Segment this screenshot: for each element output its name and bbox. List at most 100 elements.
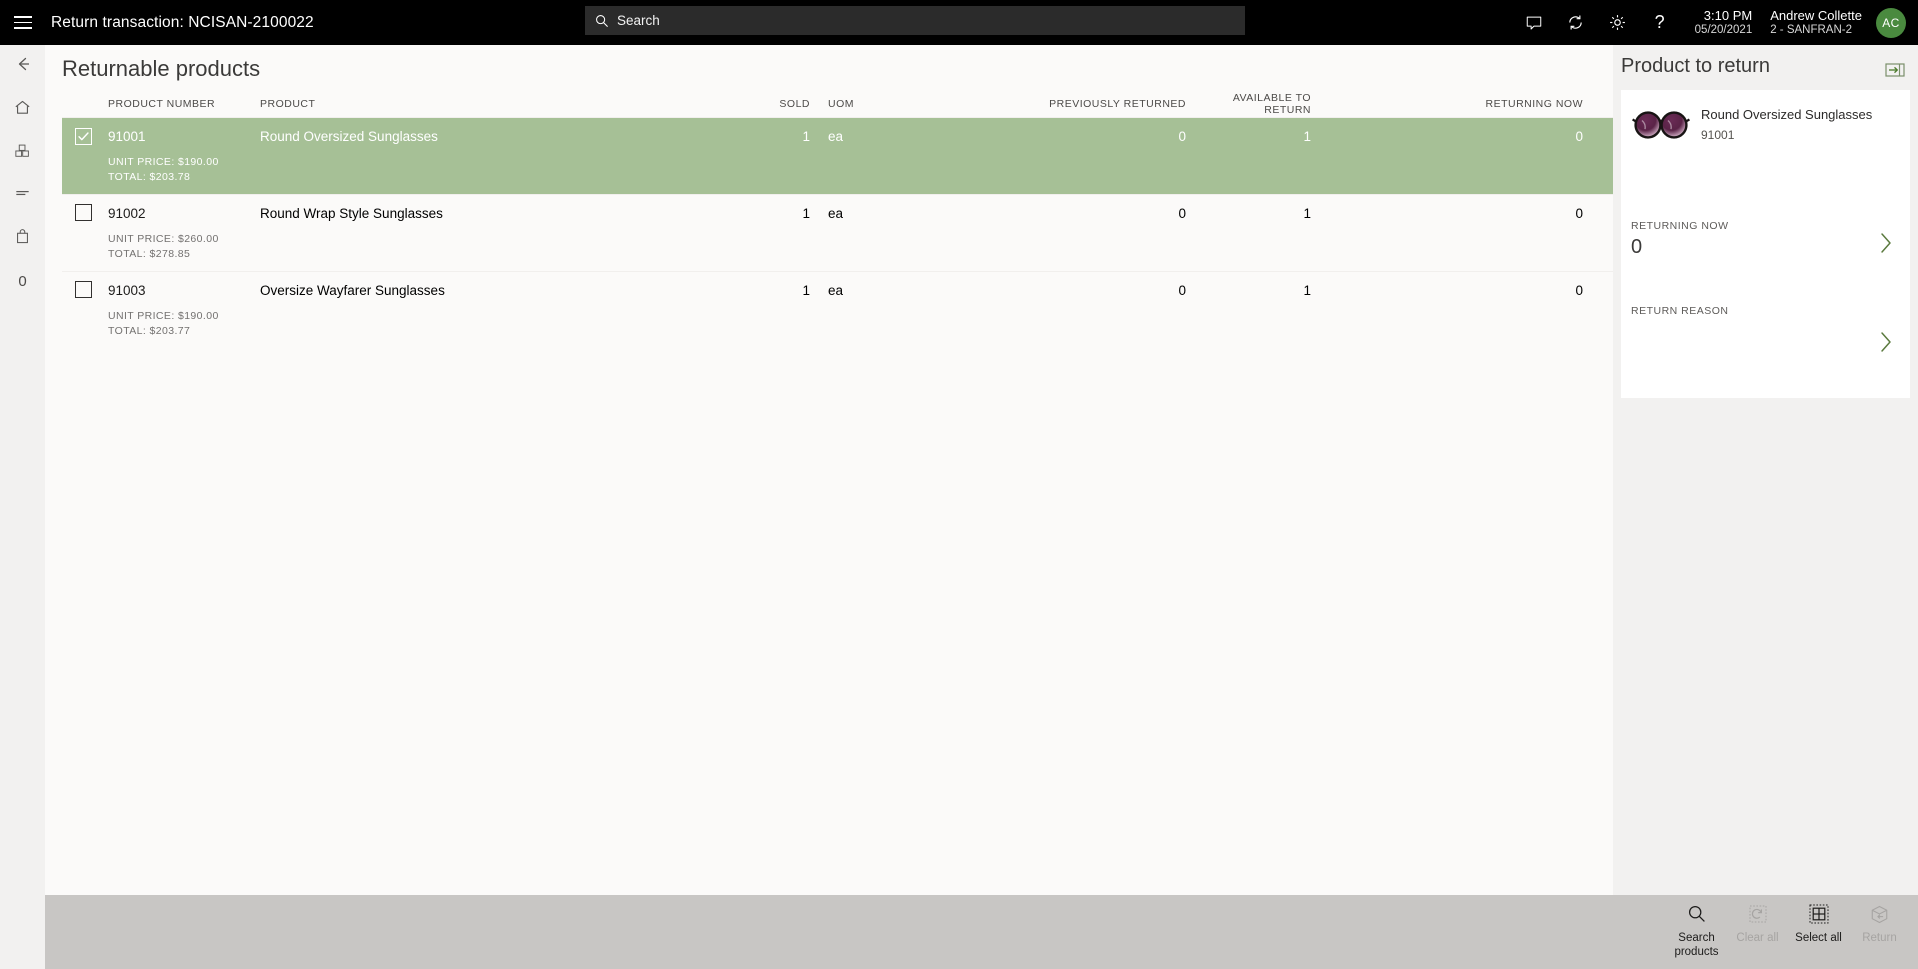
row-checkbox-cell[interactable] <box>62 203 108 224</box>
sidebar-item-home[interactable] <box>0 88 45 131</box>
global-search-input[interactable]: Search <box>585 6 1245 35</box>
cell-previously-returned: 0 <box>1178 129 1186 144</box>
cell-unit-price: UNIT PRICE: $190.00 <box>108 156 219 168</box>
header-available-to-return: AVAILABLE TO RETURN <box>1232 91 1311 116</box>
table-row[interactable]: 91001 Round Oversized Sunglasses 1 ea 0 … <box>62 117 1613 194</box>
topbar-right-group: ? 3:10 PM 05/20/2021 Andrew Collette 2 -… <box>1513 0 1918 45</box>
home-icon <box>13 98 32 122</box>
row-checkbox-cell[interactable] <box>62 127 108 146</box>
expand-panel-icon[interactable] <box>1884 62 1906 78</box>
sidebar-item-products[interactable] <box>0 131 45 174</box>
user-store: 2 - SANFRAN-2 <box>1770 23 1853 36</box>
clear-all-label: Clear all <box>1736 932 1779 944</box>
cell-returning-now: 0 <box>1575 206 1583 221</box>
help-icon[interactable]: ? <box>1639 0 1681 45</box>
return-box-icon <box>1869 902 1890 926</box>
table-row[interactable]: 91002 Round Wrap Style Sunglasses 1 ea 0… <box>62 194 1613 271</box>
header-product-number: PRODUCT NUMBER <box>108 97 216 110</box>
current-time: 3:10 PM <box>1703 7 1753 23</box>
cell-unit-price: UNIT PRICE: $190.00 <box>108 310 219 322</box>
search-icon <box>595 14 609 28</box>
clear-icon <box>1748 902 1768 926</box>
panel-product-name: Round Oversized Sunglasses <box>1701 107 1873 122</box>
cell-previously-returned: 0 <box>1178 206 1186 221</box>
sync-icon[interactable] <box>1555 0 1597 45</box>
check-icon <box>78 131 89 140</box>
product-to-return-panel: Product to return Round Oversized Sungla… <box>1613 45 1918 895</box>
cell-total: TOTAL: $203.78 <box>108 170 191 183</box>
cell-uom: ea <box>828 206 844 221</box>
cell-available-to-return: 1 <box>1303 283 1311 298</box>
sunglasses-thumbnail <box>1631 102 1691 148</box>
select-all-label: Select all <box>1795 932 1842 944</box>
product-card: Round Oversized Sunglasses 91001 RETURNI… <box>1621 90 1910 398</box>
returnable-products-table: PRODUCT NUMBER PRODUCT SOLD UOM PREVIOUS… <box>62 90 1613 348</box>
cell-previously-returned: 0 <box>1178 283 1186 298</box>
cell-available-to-return: 1 <box>1303 206 1311 221</box>
current-date: 05/20/2021 <box>1694 23 1753 36</box>
chat-icon[interactable] <box>1513 0 1555 45</box>
page-header-title: Return transaction: NCISAN-2100022 <box>51 13 314 31</box>
app-root: Return transaction: NCISAN-2100022 Searc… <box>0 0 1918 969</box>
left-nav-rail: 0 <box>0 45 45 969</box>
gear-icon[interactable] <box>1597 0 1639 45</box>
return-reason-field[interactable]: RETURN REASON <box>1631 305 1900 352</box>
clock-display: 3:10 PM 05/20/2021 <box>1695 8 1753 38</box>
user-info[interactable]: Andrew Collette 2 - SANFRAN-2 <box>1770 8 1862 38</box>
sidebar-item-count[interactable]: 0 <box>0 260 45 303</box>
panel-product-id: 91001 <box>1701 128 1735 142</box>
return-reason-label: RETURN REASON <box>1631 305 1729 317</box>
row-price-details: UNIT PRICE: $190.00 TOTAL: $203.77 <box>62 309 1613 348</box>
search-products-label: Search products <box>1674 932 1719 958</box>
bag-icon <box>13 227 32 251</box>
cell-sold: 1 <box>802 283 810 298</box>
header-sold: SOLD <box>779 97 810 110</box>
cell-total: TOTAL: $278.85 <box>108 247 191 260</box>
return-button[interactable]: Return <box>1849 902 1910 945</box>
select-all-icon <box>1809 902 1829 926</box>
returning-now-field[interactable]: RETURNING NOW 0 <box>1631 220 1900 262</box>
row-checkbox[interactable] <box>75 203 92 221</box>
product-summary: Round Oversized Sunglasses 91001 <box>1631 102 1872 148</box>
header-product: PRODUCT <box>260 97 316 110</box>
sidebar-item-back[interactable] <box>0 45 45 88</box>
cell-unit-price: UNIT PRICE: $260.00 <box>108 233 219 245</box>
panel-title: Product to return <box>1621 55 1770 77</box>
cell-returning-now: 0 <box>1575 283 1583 298</box>
top-bar: Return transaction: NCISAN-2100022 Searc… <box>0 0 1918 45</box>
zero-icon: 0 <box>18 273 27 290</box>
cell-product: Round Oversized Sunglasses <box>260 129 438 144</box>
cell-product: Oversize Wayfarer Sunglasses <box>260 283 445 298</box>
cell-product-number: 91001 <box>108 129 146 144</box>
cell-sold: 1 <box>802 206 810 221</box>
sidebar-item-bag[interactable] <box>0 217 45 260</box>
table-header-row: PRODUCT NUMBER PRODUCT SOLD UOM PREVIOUS… <box>62 90 1613 117</box>
cell-sold: 1 <box>802 129 810 144</box>
return-label: Return <box>1862 932 1897 944</box>
bottom-action-group: Search products Clear all Select all Ret… <box>1666 895 1910 969</box>
return-reason-chevron-icon[interactable] <box>1876 329 1896 355</box>
returning-now-value: 0 <box>1631 236 1643 258</box>
cell-uom: ea <box>828 129 844 144</box>
search-products-button[interactable]: Search products <box>1666 902 1727 959</box>
page-title: Returnable products <box>62 56 261 81</box>
row-checkbox[interactable] <box>75 127 92 145</box>
returning-now-chevron-icon[interactable] <box>1876 230 1896 256</box>
hamburger-icon[interactable] <box>0 0 45 45</box>
row-price-details: UNIT PRICE: $260.00 TOTAL: $278.85 <box>62 232 1613 271</box>
row-checkbox[interactable] <box>75 280 92 298</box>
search-icon <box>1687 902 1707 926</box>
table-row[interactable]: 91003 Oversize Wayfarer Sunglasses 1 ea … <box>62 271 1613 348</box>
bottom-action-bar: Search products Clear all Select all Ret… <box>45 895 1918 969</box>
avatar[interactable]: AC <box>1876 7 1906 38</box>
clear-all-button[interactable]: Clear all <box>1727 902 1788 945</box>
products-icon <box>13 141 32 165</box>
select-all-button[interactable]: Select all <box>1788 902 1849 945</box>
header-returning-now: RETURNING NOW <box>1485 97 1583 110</box>
list-icon <box>13 184 32 208</box>
header-previously-returned: PREVIOUSLY RETURNED <box>1049 97 1186 110</box>
row-checkbox-cell[interactable] <box>62 280 108 301</box>
sidebar-item-list[interactable] <box>0 174 45 217</box>
returning-now-label: RETURNING NOW <box>1631 220 1729 232</box>
cell-product-number: 91002 <box>108 206 146 221</box>
